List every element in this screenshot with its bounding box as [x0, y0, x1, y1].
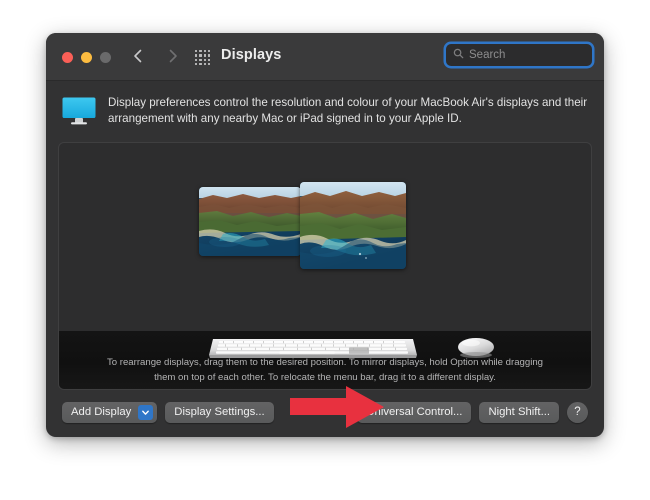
window-titlebar: Displays: [46, 33, 604, 81]
displays-preferences-window: Displays Search Display preferences cont…: [46, 33, 604, 437]
display-thumbnail-right[interactable]: [300, 182, 406, 269]
display-preferences-icon: [62, 97, 96, 130]
close-button[interactable]: [62, 52, 73, 63]
zoom-button[interactable]: [100, 52, 111, 63]
preferences-description: Display preferences control the resoluti…: [58, 81, 592, 142]
add-display-label: Add Display: [71, 405, 132, 418]
display-arrangement-panel[interactable]: To rearrange displays, drag them to the …: [58, 142, 592, 390]
search-field[interactable]: [446, 44, 604, 66]
display-thumbnail-left[interactable]: [199, 187, 301, 256]
wallpaper-left: [199, 187, 301, 256]
show-all-grid-icon[interactable]: [195, 50, 210, 65]
arrangement-stage[interactable]: To rearrange displays, drag them to the …: [59, 143, 591, 389]
forward-chevron-icon[interactable]: [164, 47, 182, 65]
night-shift-button[interactable]: Night Shift...: [479, 401, 559, 423]
display-settings-button[interactable]: Display Settings...: [165, 401, 274, 423]
search-icon: [453, 46, 464, 64]
back-chevron-icon[interactable]: [129, 47, 147, 65]
description-text: Display preferences control the resoluti…: [108, 96, 588, 126]
add-display-button[interactable]: Add Display: [62, 401, 158, 423]
minimize-button[interactable]: [81, 52, 92, 63]
arrangement-hint-text: To rearrange displays, drag them to the …: [106, 357, 544, 383]
help-button[interactable]: ?: [567, 401, 588, 423]
chevron-down-icon[interactable]: [138, 404, 154, 420]
bottom-button-bar: Add Display Display Settings... Universa…: [58, 390, 592, 424]
search-input[interactable]: [469, 49, 604, 61]
wallpaper-right: [300, 182, 406, 269]
universal-control-button[interactable]: Universal Control...: [357, 401, 472, 423]
traffic-light-group: [62, 52, 111, 63]
page-title: Displays: [221, 47, 282, 63]
window-body: Display preferences control the resoluti…: [46, 81, 604, 424]
